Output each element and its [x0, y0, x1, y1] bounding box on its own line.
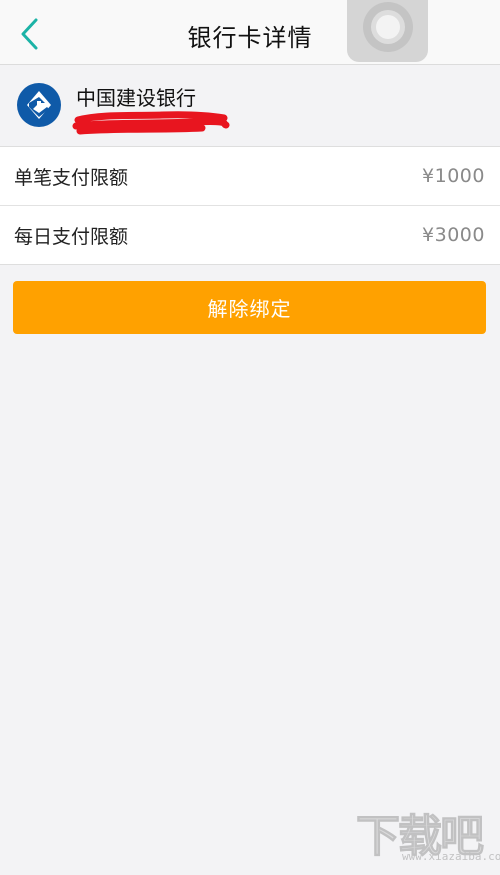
- limit-row-single: 单笔支付限额 ¥1000: [0, 147, 500, 205]
- limit-row-daily: 每日支付限额 ¥3000: [0, 205, 500, 264]
- bank-name: 中国建设银行: [76, 86, 196, 110]
- site-watermark: 下载吧 www.xiazaiba.com: [356, 800, 500, 870]
- unbind-button[interactable]: 解除绑定: [13, 281, 486, 334]
- limit-label: 单笔支付限额: [14, 166, 129, 189]
- watermark-url: www.xiazaiba.com: [402, 850, 500, 863]
- screen: 银行卡详情 中国建设银行 单笔支付限额 ¥1000 每日支付限额 ¥3000 解…: [0, 0, 500, 875]
- limit-value: ¥1000: [422, 165, 485, 187]
- card-number-redaction: [72, 111, 230, 135]
- limit-value: ¥3000: [422, 224, 485, 246]
- limit-label: 每日支付限额: [14, 225, 129, 248]
- assistive-touch-button[interactable]: [347, 0, 428, 62]
- ccb-bank-logo-icon: [17, 83, 61, 127]
- limits-list: 单笔支付限额 ¥1000 每日支付限额 ¥3000: [0, 146, 500, 265]
